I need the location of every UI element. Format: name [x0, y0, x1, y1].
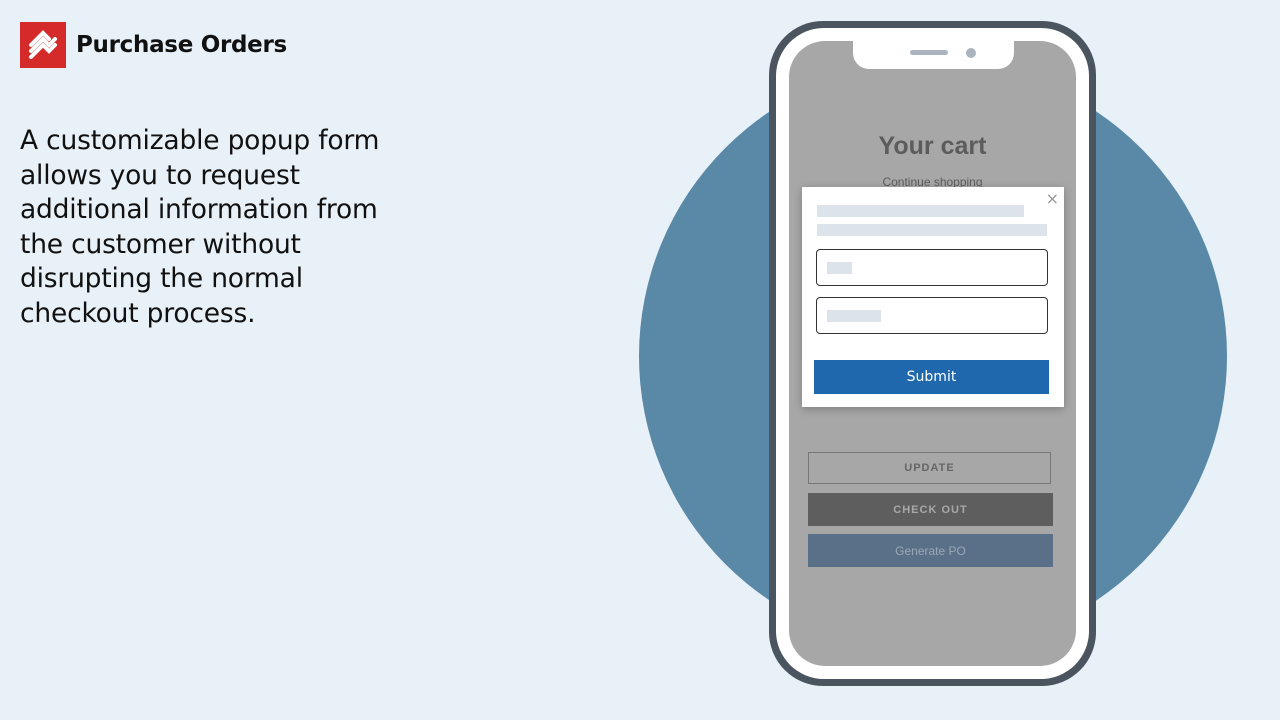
popup-field-1[interactable] [816, 249, 1048, 286]
feature-description: A customizable popup form allows you to … [20, 125, 380, 329]
cart-title: Your cart [878, 132, 987, 160]
popup-heading-placeholder [817, 205, 1024, 217]
popup-description-placeholder [817, 224, 1047, 236]
field-1-placeholder [827, 262, 852, 274]
po-popup-form: × Submit [802, 187, 1064, 407]
speaker-icon [910, 50, 948, 55]
close-icon[interactable]: × [1046, 189, 1059, 208]
phone-notch [853, 41, 1014, 69]
checkout-button[interactable]: CHECK OUT [808, 493, 1053, 526]
submit-button[interactable]: Submit [814, 360, 1049, 394]
update-button[interactable]: UPDATE [808, 452, 1051, 484]
field-2-placeholder [827, 310, 881, 322]
brand-header: Purchase Orders [20, 22, 287, 68]
stacked-s-logo-icon [20, 22, 66, 68]
app-title: Purchase Orders [76, 32, 287, 58]
camera-icon [966, 48, 976, 58]
generate-po-button[interactable]: Generate PO [808, 534, 1053, 567]
popup-field-2[interactable] [816, 297, 1048, 334]
